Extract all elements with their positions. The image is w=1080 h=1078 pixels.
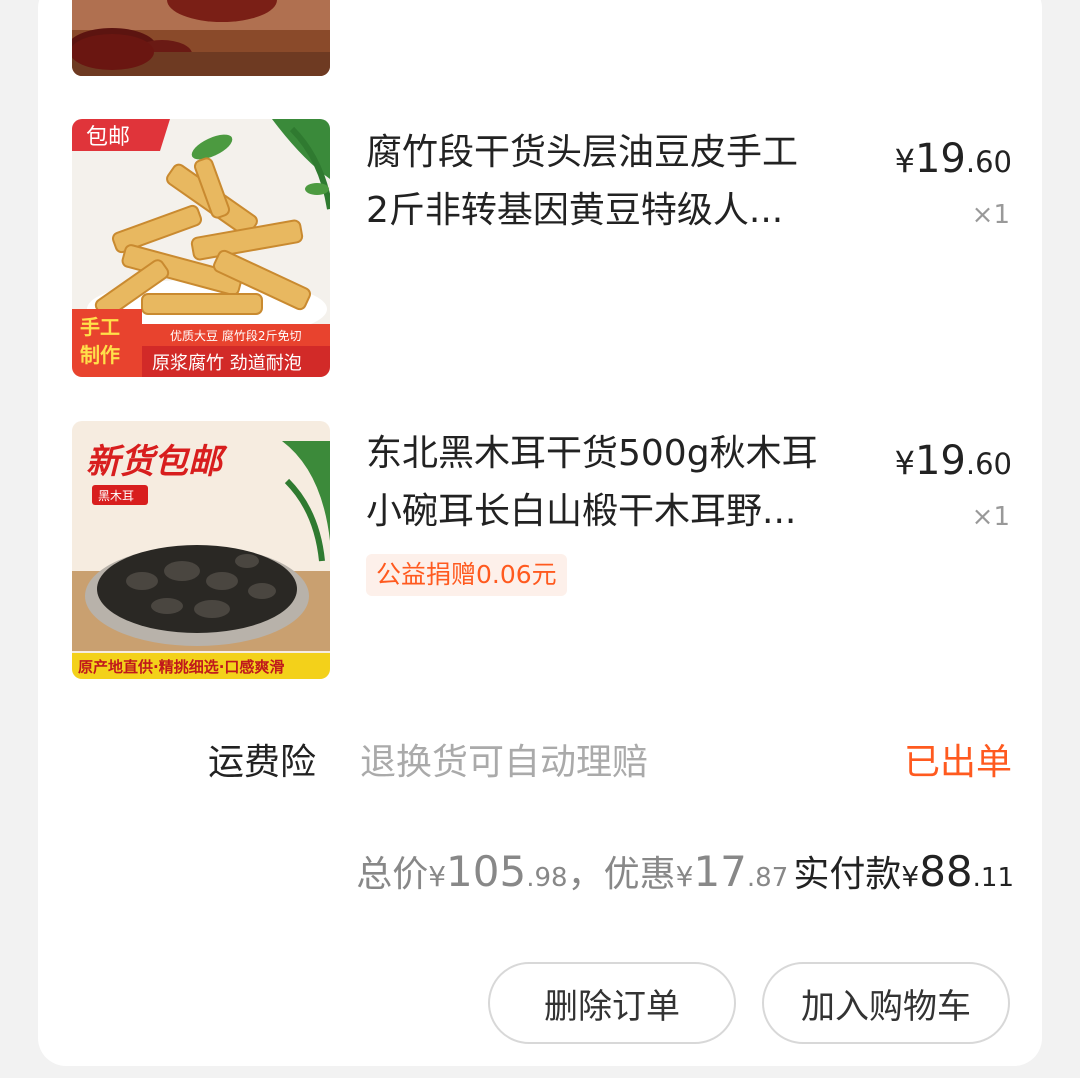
summary-separator: ， bbox=[567, 854, 604, 895]
total-decimal: .98 bbox=[526, 863, 568, 893]
delete-order-button[interactable]: 删除订单 bbox=[488, 962, 736, 1044]
yuba-caption-main: 原浆腐竹 劲道耐泡 bbox=[152, 353, 302, 374]
total-integer: 105 bbox=[446, 847, 527, 896]
discount-decimal: .87 bbox=[746, 863, 789, 893]
shipping-insurance-label: 运费险 bbox=[208, 742, 317, 783]
price-decimal: .60 bbox=[965, 447, 1012, 481]
add-to-cart-button[interactable]: 加入购物车 bbox=[762, 962, 1010, 1044]
currency-symbol: ¥ bbox=[894, 142, 915, 180]
product-title-line: 腐竹段干货头层油豆皮手工 bbox=[366, 132, 799, 173]
fungus-tag: 黑木耳 bbox=[98, 489, 134, 503]
product-title-yuba[interactable]: 腐竹段干货头层油豆皮手工 2斤非转基因黄豆特级人... bbox=[366, 124, 866, 240]
currency-symbol: ¥ bbox=[428, 860, 447, 893]
fungus-headline: 新货包邮 bbox=[86, 442, 228, 482]
yuba-side-label-2: 制作 bbox=[80, 343, 120, 367]
price-integer: 19 bbox=[914, 438, 966, 484]
discount-label: 优惠 bbox=[603, 854, 676, 895]
product-title-line: 2斤非转基因黄豆特级人... bbox=[366, 190, 784, 231]
yuba-badge-text: 包邮 bbox=[86, 125, 130, 150]
product-image-yuba[interactable]: 包邮 手工 制作 优质大豆 腐竹段2斤免切 原浆腐竹 劲道耐泡 bbox=[72, 119, 330, 377]
charity-donation-badge: 公益捐赠0.06元 bbox=[366, 554, 567, 596]
paid-decimal: .11 bbox=[972, 863, 1014, 893]
product-price-yuba: ¥19.60 bbox=[895, 136, 1012, 182]
product-image-black-fungus[interactable]: 新货包邮 黑木耳 原产地直供·精挑细选·口感爽滑 bbox=[72, 421, 330, 679]
product-qty-black-fungus: ×1 bbox=[971, 502, 1010, 532]
yuba-caption-small: 优质大豆 腐竹段2斤免切 bbox=[170, 328, 301, 343]
previous-item-thumbnail[interactable] bbox=[72, 0, 330, 76]
discount-integer: 17 bbox=[693, 847, 747, 896]
price-decimal: .60 bbox=[965, 145, 1012, 179]
shipping-insurance-status[interactable]: 已出单 bbox=[904, 733, 1012, 785]
paid-integer: 88 bbox=[919, 847, 973, 896]
total-label: 总价 bbox=[356, 854, 429, 895]
shipping-insurance-description: 退换货可自动理赔 bbox=[360, 742, 649, 783]
price-integer: 19 bbox=[914, 136, 966, 182]
currency-symbol: ¥ bbox=[894, 444, 915, 482]
product-qty-yuba: ×1 bbox=[971, 200, 1010, 230]
yuba-side-label-1: 手工 bbox=[80, 315, 120, 339]
product-title-black-fungus[interactable]: 东北黑木耳干货500g秋木耳 小碗耳长白山椴干木耳野... bbox=[366, 425, 866, 541]
product-price-black-fungus: ¥19.60 bbox=[895, 438, 1012, 484]
paid-label: 实付款 bbox=[793, 854, 902, 895]
order-price-summary: 总价¥105.98，优惠¥17.87 实付款¥88.11 bbox=[356, 845, 1014, 897]
product-title-line: 东北黑木耳干货500g秋木耳 bbox=[366, 433, 818, 474]
fungus-caption: 原产地直供·精挑细选·口感爽滑 bbox=[78, 658, 284, 676]
currency-symbol: ¥ bbox=[901, 860, 920, 893]
currency-symbol: ¥ bbox=[675, 860, 694, 893]
product-title-line: 小碗耳长白山椴干木耳野... bbox=[366, 491, 797, 532]
